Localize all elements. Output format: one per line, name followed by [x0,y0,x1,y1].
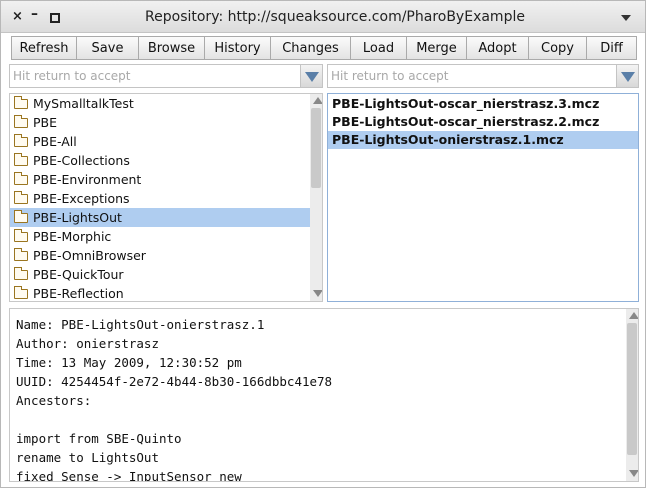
info-scrollbar[interactable] [626,309,638,481]
package-name: PBE-Reflection [33,286,124,301]
folder-icon [14,228,28,242]
package-name: PBE-LightsOut [33,210,122,225]
package-name: MySmalltalkTest [33,96,134,111]
package-name: PBE-OmniBrowser [33,248,146,263]
window-title: Repository: http://squeaksource.com/Phar… [145,9,525,25]
changes-button[interactable]: Changes [271,36,351,60]
list-item[interactable]: PBE-Reflection [10,284,310,301]
scroll-thumb[interactable] [627,323,637,455]
list-item-selected[interactable]: PBE-LightsOut-onierstrasz.1.mcz [328,131,638,149]
list-item[interactable]: PBE-Exceptions [10,189,310,208]
package-name: PBE-Morphic [33,229,112,244]
browse-button[interactable]: Browse [139,36,205,60]
folder-icon [14,190,28,204]
package-name: PBE-All [33,134,77,149]
info-line: rename to LightsOut [16,450,159,465]
list-item[interactable]: PBE-LightsOut-oscar_nierstrasz.3.mcz [328,95,638,113]
refresh-button[interactable]: Refresh [11,36,77,60]
triangle-down-icon[interactable] [300,65,322,87]
package-list: MySmalltalkTest PBE PBE-All PBE-Collecti… [9,93,323,302]
load-button[interactable]: Load [351,36,407,60]
title-bar[interactable]: × – Repository: http://squeaksource.com/… [1,1,645,33]
info-line: Author: onierstrasz [16,336,159,351]
version-filter-input[interactable] [328,65,614,87]
list-item[interactable]: PBE-LightsOut-oscar_nierstrasz.2.mcz [328,113,638,131]
maximize-button[interactable] [50,13,60,23]
info-line: fixed Sense -> InputSensor new [16,469,242,482]
folder-icon [14,285,28,299]
folder-icon [14,171,28,185]
list-item[interactable]: PBE-Environment [10,170,310,189]
list-item[interactable]: PBE-Collections [10,151,310,170]
scroll-up-icon[interactable] [313,97,322,104]
save-button[interactable]: Save [77,36,139,60]
list-item-selected[interactable]: PBE-LightsOut [10,208,310,227]
diff-button[interactable]: Diff [587,36,637,60]
package-filter [9,64,323,88]
triangle-down-icon[interactable] [616,65,638,87]
folder-icon [14,114,28,128]
version-filter [327,64,639,88]
info-line: Name: PBE-LightsOut-onierstrasz.1 [16,317,265,332]
repository-window: × – Repository: http://squeaksource.com/… [0,0,646,488]
info-line: UUID: 4254454f-2e72-4b44-8b30-166dbbc41e… [16,374,333,389]
info-line: import from SBE-Quinto [16,431,182,446]
scroll-down-icon[interactable] [629,470,638,477]
merge-button[interactable]: Merge [407,36,467,60]
version-info-pane[interactable]: Name: PBE-LightsOut-onierstrasz.1 Author… [9,308,639,482]
package-name: PBE-Exceptions [33,191,130,206]
list-item[interactable]: PBE-QuickTour [10,265,310,284]
folder-icon [14,266,28,280]
folder-icon [14,247,28,261]
list-item[interactable]: PBE-Morphic [10,227,310,246]
version-list: PBE-LightsOut-oscar_nierstrasz.3.mcz PBE… [327,93,639,302]
copy-button[interactable]: Copy [529,36,587,60]
folder-icon [14,209,28,223]
folder-icon [14,152,28,166]
info-line: Ancestors: [16,393,92,408]
info-line: Time: 13 May 2009, 12:30:52 pm [16,355,242,370]
adopt-button[interactable]: Adopt [467,36,529,60]
folder-icon [14,133,28,147]
list-item[interactable]: MySmalltalkTest [10,94,310,113]
package-name: PBE-Collections [33,153,130,168]
package-scrollbar[interactable] [310,94,322,301]
history-button[interactable]: History [205,36,271,60]
close-button[interactable]: × [12,10,23,24]
package-name: PBE-QuickTour [33,267,124,282]
folder-icon [14,95,28,109]
window-menu-icon[interactable] [621,15,631,21]
scroll-up-icon[interactable] [629,312,638,319]
list-item[interactable]: PBE-OmniBrowser [10,246,310,265]
package-name: PBE [33,115,58,130]
package-filter-input[interactable] [10,65,298,87]
minimize-button[interactable]: – [31,7,38,21]
scroll-thumb[interactable] [311,108,321,188]
package-name: PBE-Environment [33,172,142,187]
list-item[interactable]: PBE [10,113,310,132]
list-item[interactable]: PBE-All [10,132,310,151]
toolbar: Refresh Save Browse History Changes Load… [11,36,637,60]
scroll-down-icon[interactable] [313,290,322,297]
